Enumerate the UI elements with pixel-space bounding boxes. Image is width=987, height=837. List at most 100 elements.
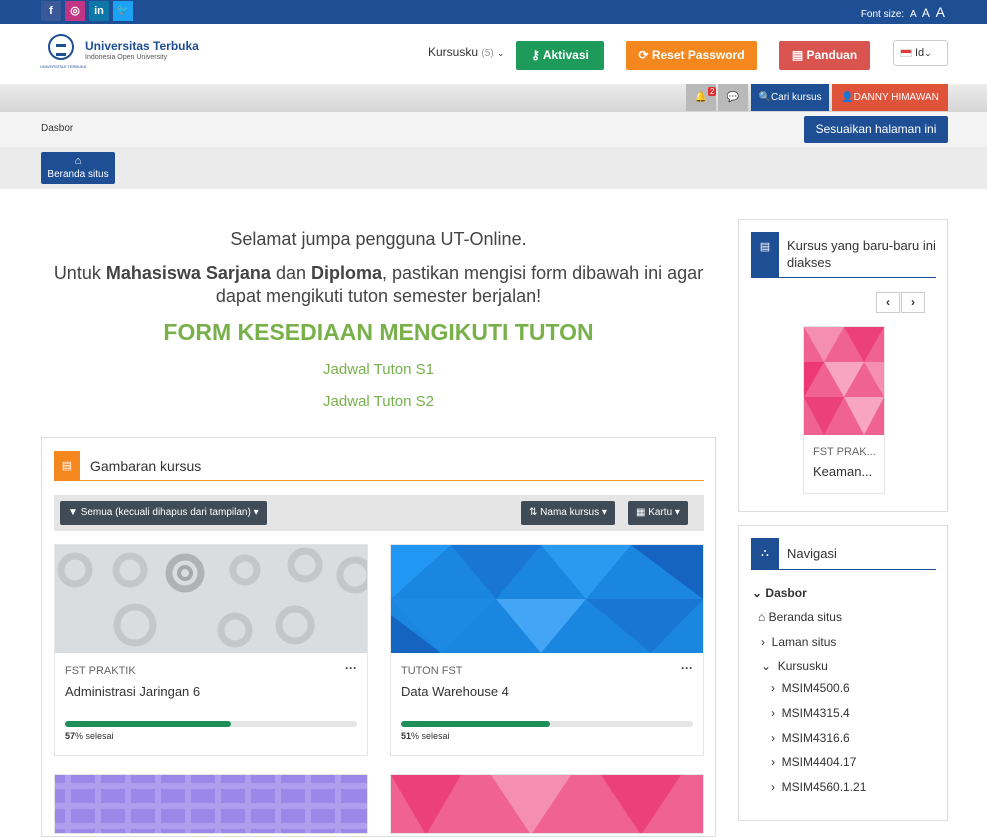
chevron-down-icon: ⌄: [924, 48, 932, 58]
indonesia-flag-icon: [900, 49, 912, 58]
site-header: UNIVERSITAS TERBUKA Universitas Terbuka …: [0, 24, 987, 84]
course-category: TUTON FST: [401, 665, 463, 677]
filter-label: Semua (kecuali dihapus dari tampilan): [80, 507, 251, 518]
recent-course-name[interactable]: Keaman...: [813, 464, 872, 479]
sort-label: Nama kursus: [540, 507, 600, 518]
reset-password-button[interactable]: ⟳ Reset Password: [626, 41, 757, 70]
font-size-small-button[interactable]: A: [910, 9, 916, 20]
home-button[interactable]: ⌂ Beranda situs: [41, 152, 115, 184]
chevron-right-icon: ›: [761, 635, 765, 649]
nav-item-course[interactable]: › MSIM4315.4: [771, 706, 850, 720]
course-progress-value: 51: [401, 731, 412, 741]
home-icon: ⌂: [74, 155, 82, 167]
university-logo-icon[interactable]: [48, 34, 74, 60]
twitter-icon[interactable]: 🐦: [113, 1, 133, 21]
course-card[interactable]: TUTON FST ··· Data Warehouse 4 51% seles…: [390, 544, 704, 756]
user-menu-button[interactable]: 👤DANNY HIMAWAN: [832, 84, 948, 111]
chevron-right-icon: ›: [771, 706, 775, 720]
logo-tiny-text: UNIVERSITAS TERBUKA: [40, 64, 87, 69]
course-progress-bar: [65, 721, 357, 727]
home-label: Beranda situs: [47, 169, 109, 180]
course-progress-fill: [65, 721, 232, 727]
view-dropdown[interactable]: ▦ Kartu ▾: [628, 501, 688, 525]
caret-down-icon: ▾: [674, 507, 680, 518]
course-pattern-pink: [391, 775, 703, 833]
messages-button[interactable]: 💬: [718, 84, 748, 111]
font-size-large-button[interactable]: A: [936, 4, 945, 20]
nav-item-course[interactable]: › MSIM4316.6: [771, 731, 850, 745]
breadcrumb[interactable]: Dasbor: [41, 123, 73, 134]
recent-course-category: FST PRAK...: [813, 446, 876, 458]
recent-course-card[interactable]: FST PRAK... Keaman...: [803, 326, 885, 494]
nav-item-kursusku[interactable]: ⌄ Kursusku: [761, 659, 828, 673]
nav-item-course[interactable]: › MSIM4404.17: [771, 755, 856, 769]
welcome-bold-diploma: Diploma: [310, 263, 382, 283]
chevron-right-icon: ›: [771, 681, 775, 695]
welcome-bold-sarjana: Mahasiswa Sarjana: [105, 263, 271, 283]
sort-icon: ⇅: [529, 507, 541, 518]
course-progress-value: 57: [65, 731, 76, 741]
aktivasi-button[interactable]: ⚷ Aktivasi: [516, 41, 604, 70]
welcome-text-mid: dan: [270, 263, 311, 283]
facebook-icon[interactable]: f: [41, 1, 61, 21]
kursusku-count: (5): [481, 48, 494, 59]
customize-page-button[interactable]: Sesuaikan halaman ini: [804, 116, 948, 143]
filter-icon: ▼: [68, 507, 81, 518]
search-courses-button[interactable]: 🔍Cari kursus: [751, 84, 829, 111]
jadwal-s1-link[interactable]: Jadwal Tuton S1: [41, 361, 716, 378]
nav-item-label: Kursusku: [777, 659, 828, 673]
file-icon: ▤: [791, 48, 807, 62]
nav-item-dasbor[interactable]: ⌄ Dasbor: [752, 586, 807, 600]
course-name[interactable]: Data Warehouse 4: [401, 684, 509, 699]
chevron-down-icon: ⌄: [752, 586, 763, 600]
nav-item-label: Laman situs: [771, 635, 837, 649]
chevron-right-icon: ›: [771, 780, 775, 794]
nav-item-label: Dasbor: [765, 586, 807, 600]
recent-course-image[interactable]: [804, 327, 884, 435]
sitemap-icon: ⛬: [751, 538, 779, 569]
more-options-icon[interactable]: ···: [681, 661, 693, 675]
course-name[interactable]: Administrasi Jaringan 6: [65, 684, 200, 699]
view-label: Kartu: [648, 507, 673, 518]
nav-item-course[interactable]: › MSIM4500.6: [771, 681, 850, 695]
home-bar: ⌂ Beranda situs: [0, 147, 987, 189]
home-icon: ⌂: [758, 610, 766, 624]
kursusku-dropdown[interactable]: Kursusku (5) ⌄: [428, 45, 505, 59]
caret-down-icon: ▾: [253, 507, 259, 518]
instagram-icon[interactable]: ◎: [65, 1, 85, 21]
nav-item-course[interactable]: › MSIM4560.1.21: [771, 780, 866, 794]
font-size-control: Font size: A A A: [858, 4, 945, 20]
course-card[interactable]: [54, 774, 368, 834]
more-options-icon[interactable]: ···: [345, 661, 357, 675]
nav-item-label: MSIM4315.4: [781, 706, 850, 720]
logo-title[interactable]: Universitas Terbuka: [85, 39, 199, 53]
course-card[interactable]: [390, 774, 704, 834]
course-image[interactable]: [55, 545, 367, 653]
filter-dropdown[interactable]: ▼ Semua (kecuali dihapus dari tampilan) …: [60, 501, 267, 525]
nav-item-laman-situs[interactable]: › Laman situs: [761, 635, 836, 649]
nav-item-beranda-situs[interactable]: ⌂ Beranda situs: [758, 610, 842, 624]
sort-dropdown[interactable]: ⇅ Nama kursus ▾: [521, 501, 615, 525]
nav-item-label: MSIM4404.17: [781, 755, 857, 769]
course-image[interactable]: [391, 545, 703, 653]
welcome-line-2: Untuk Mahasiswa Sarjana dan Diploma, pas…: [41, 262, 716, 308]
search-courses-label: Cari kursus: [770, 92, 822, 103]
carousel-prev-button[interactable]: ‹: [876, 292, 900, 313]
linkedin-icon[interactable]: in: [89, 1, 109, 21]
aktivasi-label: Aktivasi: [542, 48, 589, 62]
course-progress-fill: [401, 721, 550, 727]
course-pattern-circles: [55, 545, 367, 653]
chevron-down-icon: ⌄: [496, 48, 505, 58]
recent-courses-header: ▤ Kursus yang baru-baru ini diakses: [751, 232, 936, 278]
form-title-link[interactable]: FORM KESEDIAAN MENGIKUTI TUTON: [41, 319, 716, 346]
course-progress-suffix: % selesai: [75, 731, 114, 741]
jadwal-s2-link[interactable]: Jadwal Tuton S2: [41, 393, 716, 410]
panduan-button[interactable]: ▤ Panduan: [779, 41, 870, 70]
notification-button[interactable]: 🔔 2: [686, 84, 717, 111]
course-card[interactable]: FST PRAKTIK ··· Administrasi Jaringan 6 …: [54, 544, 368, 756]
language-selector[interactable]: Id⌄: [893, 40, 948, 66]
user-icon: 👤: [841, 92, 854, 103]
navigation-header: ⛬ Navigasi: [751, 538, 936, 570]
carousel-next-button[interactable]: ›: [901, 292, 925, 313]
font-size-medium-button[interactable]: A: [922, 6, 930, 20]
